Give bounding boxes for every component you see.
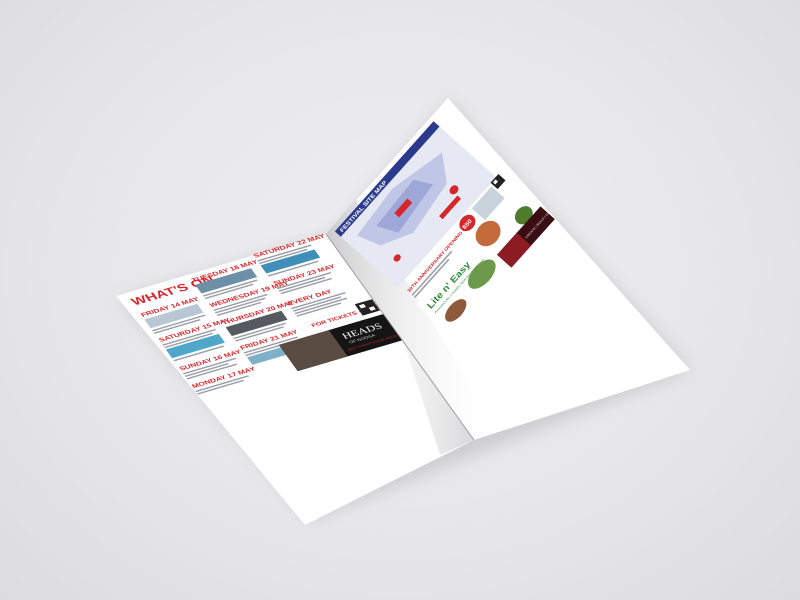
magazine-spread: WHAT'S ON FRIDAY 14 MAY SATURDAY 15 MAY … xyxy=(116,98,690,525)
scene-background: WHAT'S ON FRIDAY 14 MAY SATURDAY 15 MAY … xyxy=(0,0,800,600)
